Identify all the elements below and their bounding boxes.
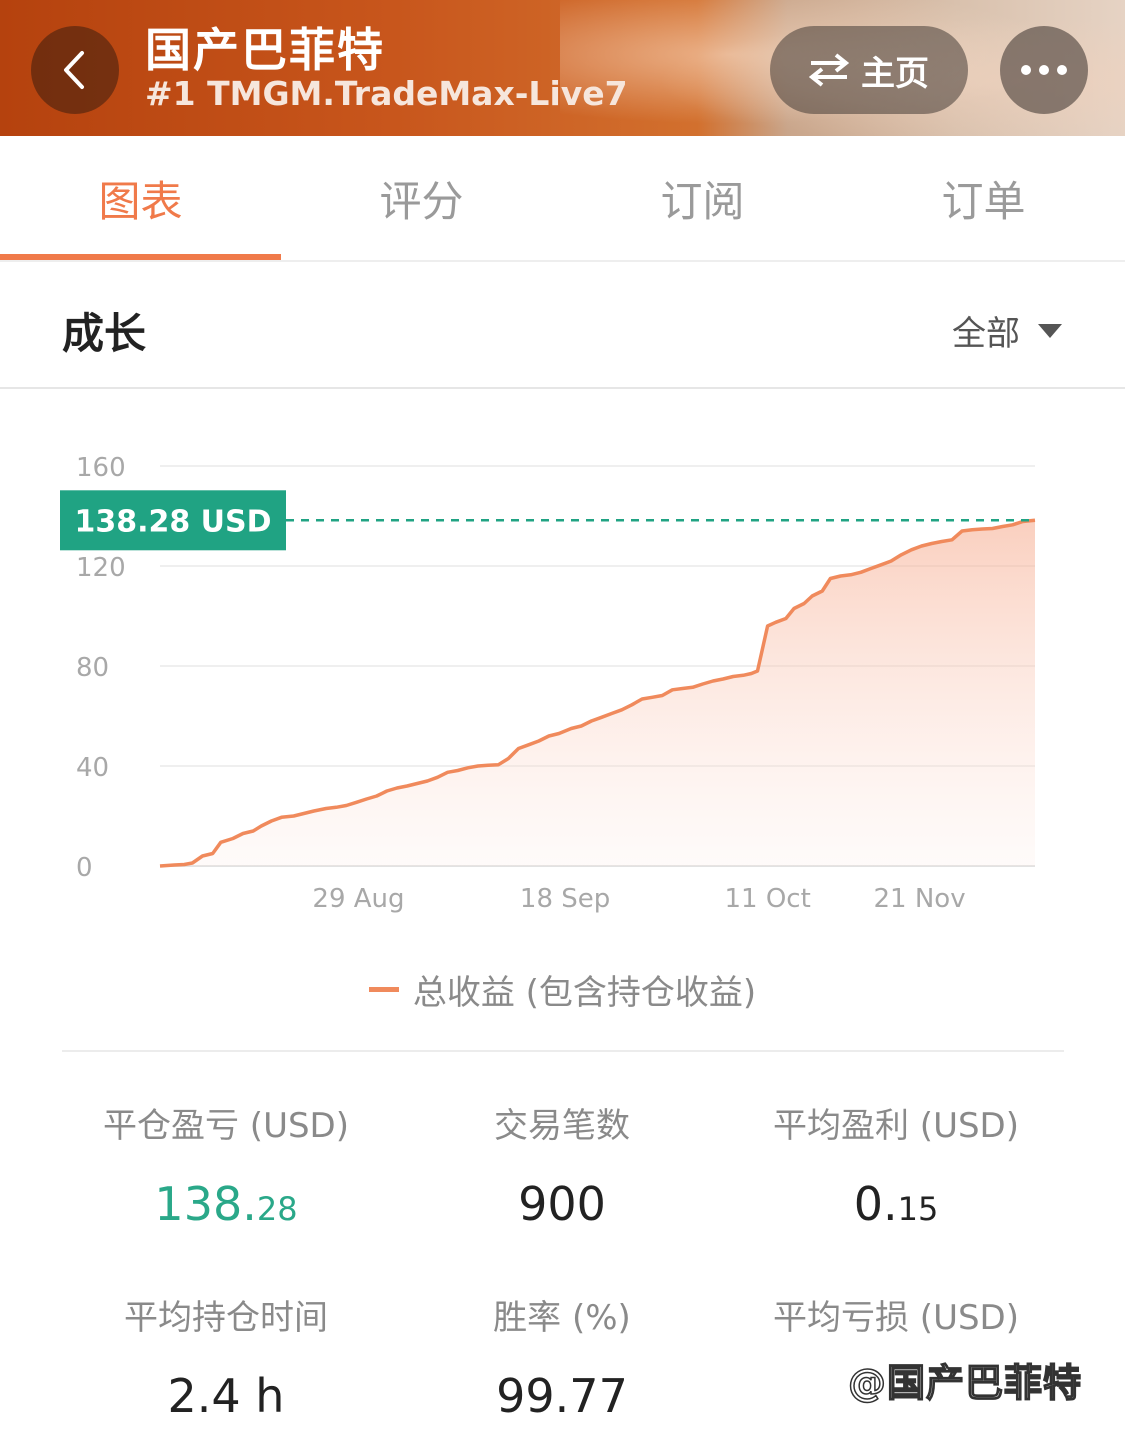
stat-label: 平均亏损 (USD) xyxy=(773,1298,1019,1338)
stat-value: 900 xyxy=(382,1177,742,1231)
stat-value-int: 2.4 h xyxy=(167,1369,285,1423)
stat-value: 99.77 xyxy=(382,1369,742,1423)
y-tick-label: 40 xyxy=(76,753,109,783)
y-tick-label: 80 xyxy=(76,653,109,683)
stat-value: 2.4 h xyxy=(46,1369,406,1423)
divider xyxy=(62,1050,1064,1052)
stat-label: 胜率 (%) xyxy=(493,1298,631,1338)
stat-label: 平仓盈亏 (USD) xyxy=(103,1106,349,1146)
range-dropdown-label: 全部 xyxy=(952,314,1020,354)
stat-value: 0.15 xyxy=(716,1177,1076,1231)
y-tick-label: 120 xyxy=(76,553,126,583)
stat-value-dec: 28 xyxy=(256,1190,298,1228)
watermark: @国产巴菲特 xyxy=(847,1360,1083,1406)
active-tab-indicator xyxy=(0,254,281,260)
stat-trade-count: 交易笔数 900 xyxy=(382,1098,742,1231)
more-button[interactable] xyxy=(1000,26,1088,114)
growth-chart: 0 40 80 120 160 29 Aug 18 Sep 11 Oct 21 Nov 138… xyxy=(60,453,1036,914)
stat-value-dec: 15 xyxy=(897,1190,939,1228)
stat-win-rate: 胜率 (%) 99.77 xyxy=(382,1290,742,1423)
series-area xyxy=(160,520,1035,866)
tab-subscribe[interactable]: 订阅 xyxy=(562,136,843,260)
range-dropdown[interactable]: 全部 xyxy=(952,306,1062,355)
back-button[interactable] xyxy=(31,26,119,114)
y-tick-label: 0 xyxy=(76,853,93,883)
stat-label: 平均盈利 (USD) xyxy=(773,1106,1019,1146)
x-axis: 29 Aug 18 Sep 11 Oct 21 Nov xyxy=(312,884,965,914)
chevron-left-icon xyxy=(64,51,84,89)
caret-down-icon xyxy=(1038,323,1062,338)
chart-legend: 总收益 (包含持仓收益) xyxy=(0,965,1125,1014)
stat-avg-holding-time: 平均持仓时间 2.4 h xyxy=(46,1290,406,1423)
stat-value-int: 138. xyxy=(154,1177,257,1231)
home-button-label: 主页 xyxy=(861,53,929,94)
home-button[interactable]: 主页 xyxy=(770,26,968,114)
stat-value-int: 99.77 xyxy=(496,1369,628,1423)
account-subtitle: #1 TMGM.TradeMax-Live7 xyxy=(145,74,628,113)
legend-swatch xyxy=(368,987,399,992)
section-title: 成长 xyxy=(62,309,147,358)
tab-orders[interactable]: 订单 xyxy=(843,136,1124,260)
stat-value: 138.28 xyxy=(46,1177,406,1231)
legend-label: 总收益 (包含持仓收益) xyxy=(412,973,757,1013)
section-header: 成长 全部 xyxy=(0,262,1125,389)
tab-rating[interactable]: 评分 xyxy=(281,136,562,260)
tab-bar: 图表 评分 订阅 订单 xyxy=(0,136,1125,262)
x-tick-label: 21 Nov xyxy=(874,884,966,914)
current-value-label: 138.28 USD xyxy=(74,504,271,539)
stat-closed-pnl: 平仓盈亏 (USD) 138.28 xyxy=(46,1098,406,1231)
x-tick-label: 11 Oct xyxy=(724,884,810,914)
stat-avg-profit: 平均盈利 (USD) 0.15 xyxy=(716,1098,1076,1231)
x-tick-label: 29 Aug xyxy=(312,884,404,914)
stat-value-int: 0. xyxy=(853,1177,898,1231)
x-tick-label: 18 Sep xyxy=(520,884,610,914)
stat-label: 交易笔数 xyxy=(494,1106,630,1146)
current-value-tag: 138.28 USD xyxy=(60,490,286,551)
switch-arrows-icon xyxy=(809,53,849,87)
more-dots-icon xyxy=(1021,65,1067,75)
stat-label: 平均持仓时间 xyxy=(124,1298,328,1338)
stat-value-int: 900 xyxy=(518,1177,606,1231)
page-title: 国产巴菲特 xyxy=(145,23,385,77)
y-tick-label: 160 xyxy=(76,453,126,483)
tab-chart[interactable]: 图表 xyxy=(0,136,281,260)
app-header: 国产巴菲特 #1 TMGM.TradeMax-Live7 主页 xyxy=(0,0,1125,136)
